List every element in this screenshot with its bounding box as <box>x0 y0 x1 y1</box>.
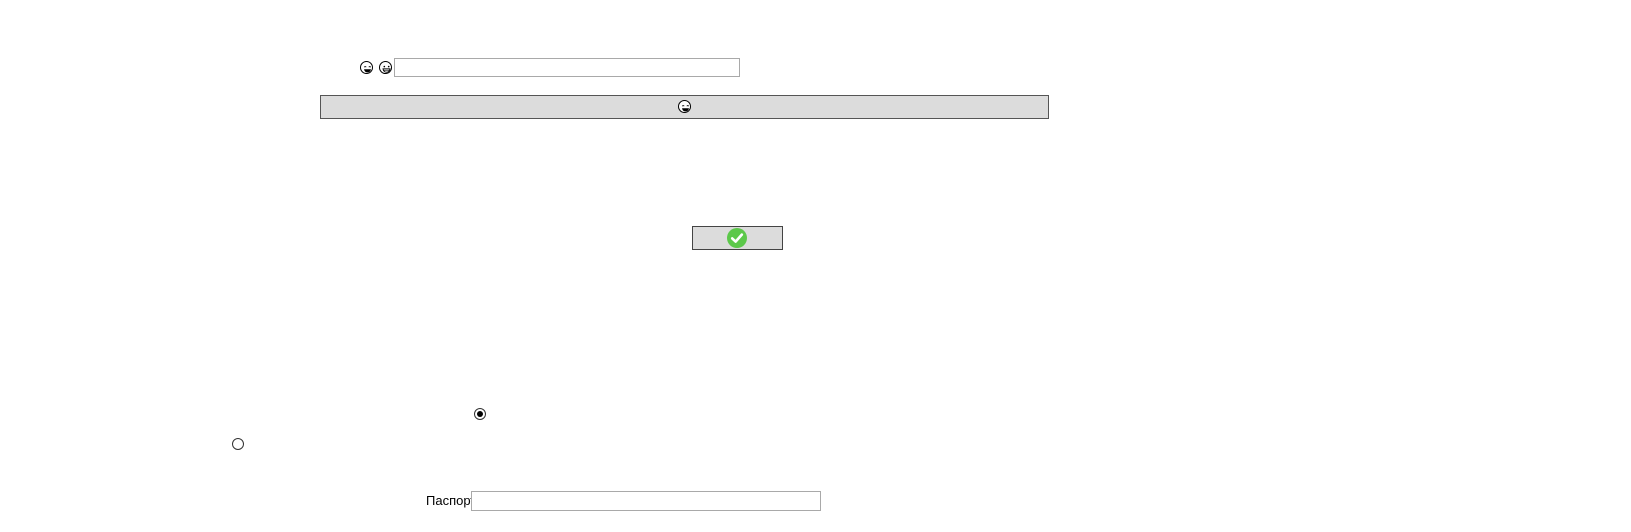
confirm-button[interactable] <box>692 226 783 250</box>
radio-option-2[interactable] <box>232 438 244 450</box>
top-text-input[interactable] <box>394 58 740 77</box>
page: Паспорт <box>0 0 1631 532</box>
check-circle-icon <box>727 228 747 248</box>
passport-input[interactable] <box>471 491 821 511</box>
laughing-face-icon[interactable] <box>360 61 373 74</box>
emoji-bar-button[interactable] <box>320 95 1049 119</box>
laughing-face-icon <box>678 100 691 113</box>
passport-label: Паспорт <box>426 493 477 508</box>
grinning-face-icon[interactable] <box>379 61 392 74</box>
radio-option-1[interactable] <box>474 408 486 420</box>
